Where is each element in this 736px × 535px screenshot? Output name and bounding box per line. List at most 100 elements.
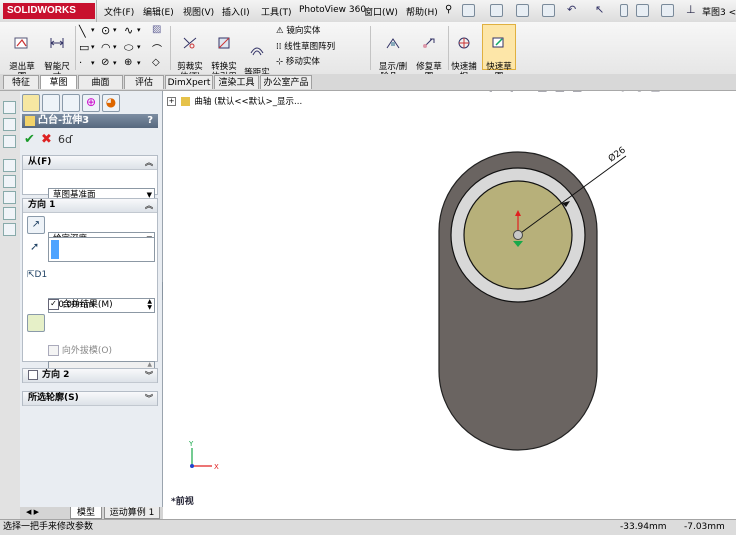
merge-checkbox-box[interactable]: ✓	[48, 299, 59, 310]
tab-evaluate[interactable]: 评估	[124, 75, 164, 89]
dropdown-arrow-icon[interactable]: ▾	[91, 43, 95, 51]
solidworks-logo[interactable]: SOLIDWORKS	[3, 3, 95, 19]
dropdown-arrow-icon[interactable]: ▾	[137, 43, 141, 51]
direction1-group-header[interactable]: 方向 1 ︽	[23, 199, 157, 213]
file-explorer-icon[interactable]	[3, 175, 16, 188]
pin-icon[interactable]: ⚲	[445, 4, 452, 15]
file-properties-icon[interactable]	[636, 4, 649, 17]
dimxpert-tab-icon[interactable]: ⊕	[82, 94, 100, 112]
circle-icon[interactable]: ⊙	[101, 24, 110, 37]
menu-help[interactable]: 帮助(H)	[406, 5, 438, 18]
save-icon[interactable]	[516, 4, 529, 17]
tab-surfaces[interactable]: 曲面	[78, 75, 123, 89]
diameter-dimension[interactable]: Ø26	[606, 144, 628, 164]
expand-chevron-icon[interactable]: ︾	[145, 369, 153, 382]
options-icon[interactable]	[661, 4, 674, 17]
help-button[interactable]: ?	[147, 114, 153, 128]
scroll-arrows-icon[interactable]: ◀ ▶	[26, 508, 39, 516]
text-icon[interactable]: ▨	[152, 24, 161, 35]
move-entities-button[interactable]: ⊹ 移动实体	[276, 57, 320, 68]
selected-contours-header[interactable]: 所选轮廓(S) ︾	[23, 392, 157, 406]
dropdown-arrow-icon[interactable]: ▾	[137, 59, 141, 67]
tab-features[interactable]: 特征	[3, 75, 39, 89]
ellipse-icon[interactable]: ⬭	[124, 41, 133, 55]
tab-render-tools[interactable]: 渲染工具	[214, 75, 259, 89]
draft-outward-checkbox-box[interactable]	[48, 345, 59, 356]
from-group-header[interactable]: 从(F) ︽	[23, 156, 157, 170]
centerline-icon[interactable]: ⊘	[101, 57, 109, 68]
pin-toolbar-icon[interactable]: ⊥	[686, 3, 696, 16]
slot-icon[interactable]: ⊕	[124, 57, 132, 68]
menu-insert[interactable]: 插入(I)	[222, 5, 250, 18]
rectangle-icon[interactable]: ▭	[79, 41, 89, 54]
smart-dimension-icon	[50, 38, 64, 48]
merge-label: 合并结果(M)	[61, 300, 113, 310]
tab-motion-study[interactable]: 运动算例 1	[104, 507, 160, 519]
rapid-sketch-button[interactable]: 快速草 图	[482, 24, 516, 82]
collapse-chevron-icon[interactable]: ︽	[145, 156, 153, 169]
line-icon[interactable]: ╲	[79, 25, 86, 38]
expand-chevron-icon[interactable]: ︾	[145, 392, 153, 405]
ok-checkmark-icon[interactable]: ✔	[24, 132, 35, 147]
arc-icon[interactable]: ◠	[101, 41, 111, 54]
point-icon[interactable]: ·	[79, 58, 82, 69]
menu-edit[interactable]: 编辑(E)	[143, 5, 174, 18]
linear-pattern-button[interactable]: ⁞⁞ 线性草图阵列	[276, 42, 335, 53]
design-library-icon[interactable]	[3, 159, 16, 172]
triad-center[interactable]	[513, 230, 523, 240]
feature-tree-tab-icon[interactable]	[22, 94, 40, 112]
tab-office-products[interactable]: 办公室产品	[260, 75, 312, 89]
property-manager-icon[interactable]	[3, 118, 16, 131]
tab-dimxpert[interactable]: DimXpert	[165, 75, 213, 89]
mirror-label: 镜向实体	[286, 26, 321, 36]
fillet-icon[interactable]: ⌒	[152, 41, 162, 56]
configuration-tab-icon[interactable]	[62, 94, 80, 112]
view-palette-icon[interactable]	[3, 191, 16, 204]
configuration-manager-icon[interactable]	[3, 135, 16, 148]
model-canvas[interactable]: Ø26 Y X *前视	[163, 91, 736, 519]
cancel-x-icon[interactable]: ✖	[41, 132, 52, 147]
undo-icon[interactable]: ↶	[567, 3, 576, 16]
feature-manager-icon[interactable]	[3, 101, 16, 114]
open-folder-icon[interactable]	[490, 4, 503, 17]
menu-photoview[interactable]: PhotoView 360	[299, 5, 366, 15]
direction2-group-header[interactable]: 方向 2 ︾	[23, 369, 157, 383]
rebuild-icon[interactable]	[620, 4, 628, 17]
tab-sketch[interactable]: 草图	[40, 75, 77, 89]
menu-window[interactable]: 窗口(W)	[364, 5, 398, 18]
dropdown-arrow-icon[interactable]: ▾	[113, 26, 117, 34]
dropdown-arrow-icon[interactable]: ▾	[113, 43, 117, 51]
dropdown-arrow-icon[interactable]: ▾	[137, 26, 141, 34]
preview-glasses-icon[interactable]: 6ɗ	[58, 133, 73, 146]
spin-arrows-icon[interactable]: ▲▼	[147, 299, 152, 311]
property-manager-panel: ⊕ ◕ 凸台-拉伸3 ? ✔ ✖ 6ɗ 从(F) ︽ 草图基准面 ▼ 方向 1 ︽ ↗…	[20, 91, 163, 519]
command-manager-ribbon: 退出草 图 智能尺 寸 ╲ ▾ ⊙ ▾ ∿ ▾ ▨ ▭ ▾ ◠ ▾ ⬭ ▾ ⌒ …	[0, 22, 736, 88]
graphics-area[interactable]: + 曲轴 (默认<<默认>_显示... 🔍︎🔍︎↰◧▣◨6ɗ●◉▲▭ Ø26 Y…	[163, 91, 736, 519]
command-tabs: 特征 草图 曲面 评估 DimXpert 渲染工具 办公室产品	[0, 74, 736, 91]
menu-view[interactable]: 视图(V)	[183, 5, 214, 18]
spline-icon[interactable]: ∿	[124, 24, 133, 37]
new-document-icon[interactable]	[462, 4, 475, 17]
draft-on-off-icon[interactable]	[27, 314, 45, 332]
tab-model[interactable]: 模型	[70, 507, 102, 519]
dropdown-arrow-icon[interactable]: ▾	[113, 59, 117, 67]
feature-title: 凸台-拉伸3	[38, 115, 90, 126]
dropdown-arrow-icon[interactable]: ▾	[91, 26, 95, 34]
custom-properties-icon[interactable]	[3, 223, 16, 236]
collapse-chevron-icon[interactable]: ︽	[145, 199, 153, 212]
direction2-checkbox[interactable]	[28, 369, 38, 380]
select-arrow-icon[interactable]: ↖	[595, 3, 604, 16]
reverse-direction-icon[interactable]: ↗	[27, 216, 45, 234]
property-tab-icon[interactable]	[42, 94, 60, 112]
menu-tools[interactable]: 工具(T)	[261, 5, 292, 18]
merge-result-checkbox[interactable]: ✓ 合并结果(M)	[48, 297, 113, 310]
dropdown-arrow-icon[interactable]: ▾	[91, 59, 95, 67]
direction-selection-box[interactable]	[48, 237, 155, 262]
print-icon[interactable]	[542, 4, 555, 17]
draft-outward-checkbox[interactable]: 向外拔模(O)	[48, 343, 112, 356]
display-manager-tab-icon[interactable]: ◕	[102, 94, 120, 112]
menu-file[interactable]: 文件(F)	[104, 5, 134, 18]
plane-icon[interactable]: ◇	[152, 57, 160, 68]
mirror-entities-button[interactable]: ⚠ 镜向实体	[276, 26, 320, 37]
appearances-icon[interactable]	[3, 207, 16, 220]
